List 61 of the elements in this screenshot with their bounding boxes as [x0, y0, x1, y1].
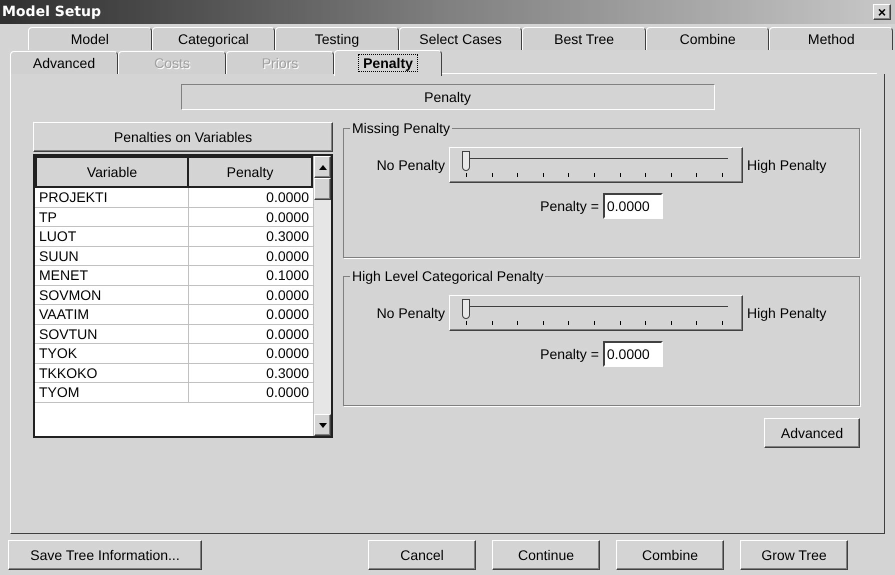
window-title: Model Setup [2, 2, 101, 22]
slider-thumb[interactable] [462, 151, 470, 171]
tab[interactable]: Select Cases [398, 27, 522, 50]
table-cell-text: 0.0000 [265, 383, 310, 402]
scrollbar[interactable] [313, 156, 331, 436]
penalty-slider[interactable] [449, 147, 744, 183]
tab[interactable]: Categorical [152, 27, 276, 50]
column-header[interactable]: Penalty [189, 156, 313, 188]
high-label: High Penalty [747, 156, 826, 175]
penalty-label: Penalty = [540, 344, 599, 364]
table-cell: SUUN [35, 246, 189, 265]
table-cell: LUOT [35, 227, 189, 246]
table-cell: SOVTUN [35, 324, 189, 343]
footer-button[interactable]: Save Tree Information... [8, 540, 202, 570]
table-cell: TYOK [35, 344, 189, 362]
table-cell-text: 0.0000 [265, 188, 310, 206]
close-button[interactable]: × [873, 4, 891, 20]
table-cell-text: 0.0000 [265, 208, 310, 226]
low-label: No Penalty [376, 304, 446, 323]
table-cell: TYOM [35, 383, 189, 402]
panel-title: Penalty [180, 84, 714, 110]
up-arrow-icon [318, 164, 326, 170]
table-cell-text: 0.0000 [265, 286, 310, 304]
table-cell: PROJEKTI [35, 188, 189, 206]
tab[interactable]: Advanced [10, 51, 118, 74]
scroll-thumb[interactable] [314, 178, 331, 200]
table-cell-text: 0.3000 [265, 364, 310, 382]
table-cell: MENET [35, 266, 189, 284]
footer-button[interactable]: Cancel [368, 540, 476, 570]
table-cell: VAATIM [35, 305, 189, 324]
table-cell-text: 0.0000 [265, 324, 310, 343]
penalty-field[interactable]: 0.0000 [602, 341, 663, 367]
table-cell-text: 0.0000 [265, 344, 310, 362]
table-cell-text: 0.0000 [265, 246, 310, 265]
table-title: Penalties on Variables [33, 122, 333, 152]
tab[interactable]: Model [28, 27, 152, 50]
slider-thumb[interactable] [462, 299, 470, 319]
scroll-up-button[interactable] [314, 156, 331, 178]
penalty-slider[interactable] [449, 295, 744, 331]
advanced-button[interactable]: Advanced [764, 418, 860, 448]
table-cell-text: 0.3000 [265, 227, 310, 246]
table-cell: TKKOKO [35, 364, 189, 382]
table-cell-text: 0.0000 [265, 305, 310, 324]
low-label: No Penalty [376, 156, 446, 175]
penalty-label: Penalty = [540, 196, 599, 216]
table-cell: SOVMON [35, 286, 189, 304]
penalty-field[interactable]: 0.0000 [602, 193, 663, 219]
footer-button[interactable]: Combine [616, 540, 724, 570]
high-label: High Penalty [747, 304, 826, 323]
tab[interactable]: Combine [646, 27, 770, 50]
footer-button[interactable]: Continue [492, 540, 600, 570]
tab[interactable]: Method [769, 27, 894, 50]
tab[interactable]: Best Tree [522, 27, 646, 50]
footer-button[interactable]: Grow Tree [740, 540, 848, 570]
scroll-down-button[interactable] [314, 414, 331, 436]
tab[interactable]: Testing [275, 27, 399, 50]
table-cell: TP [35, 208, 189, 226]
down-arrow-icon [318, 422, 326, 428]
tab[interactable]: Penalty [334, 50, 442, 76]
table-cell-text: 0.1000 [265, 266, 310, 284]
column-header[interactable]: Variable [35, 156, 189, 188]
